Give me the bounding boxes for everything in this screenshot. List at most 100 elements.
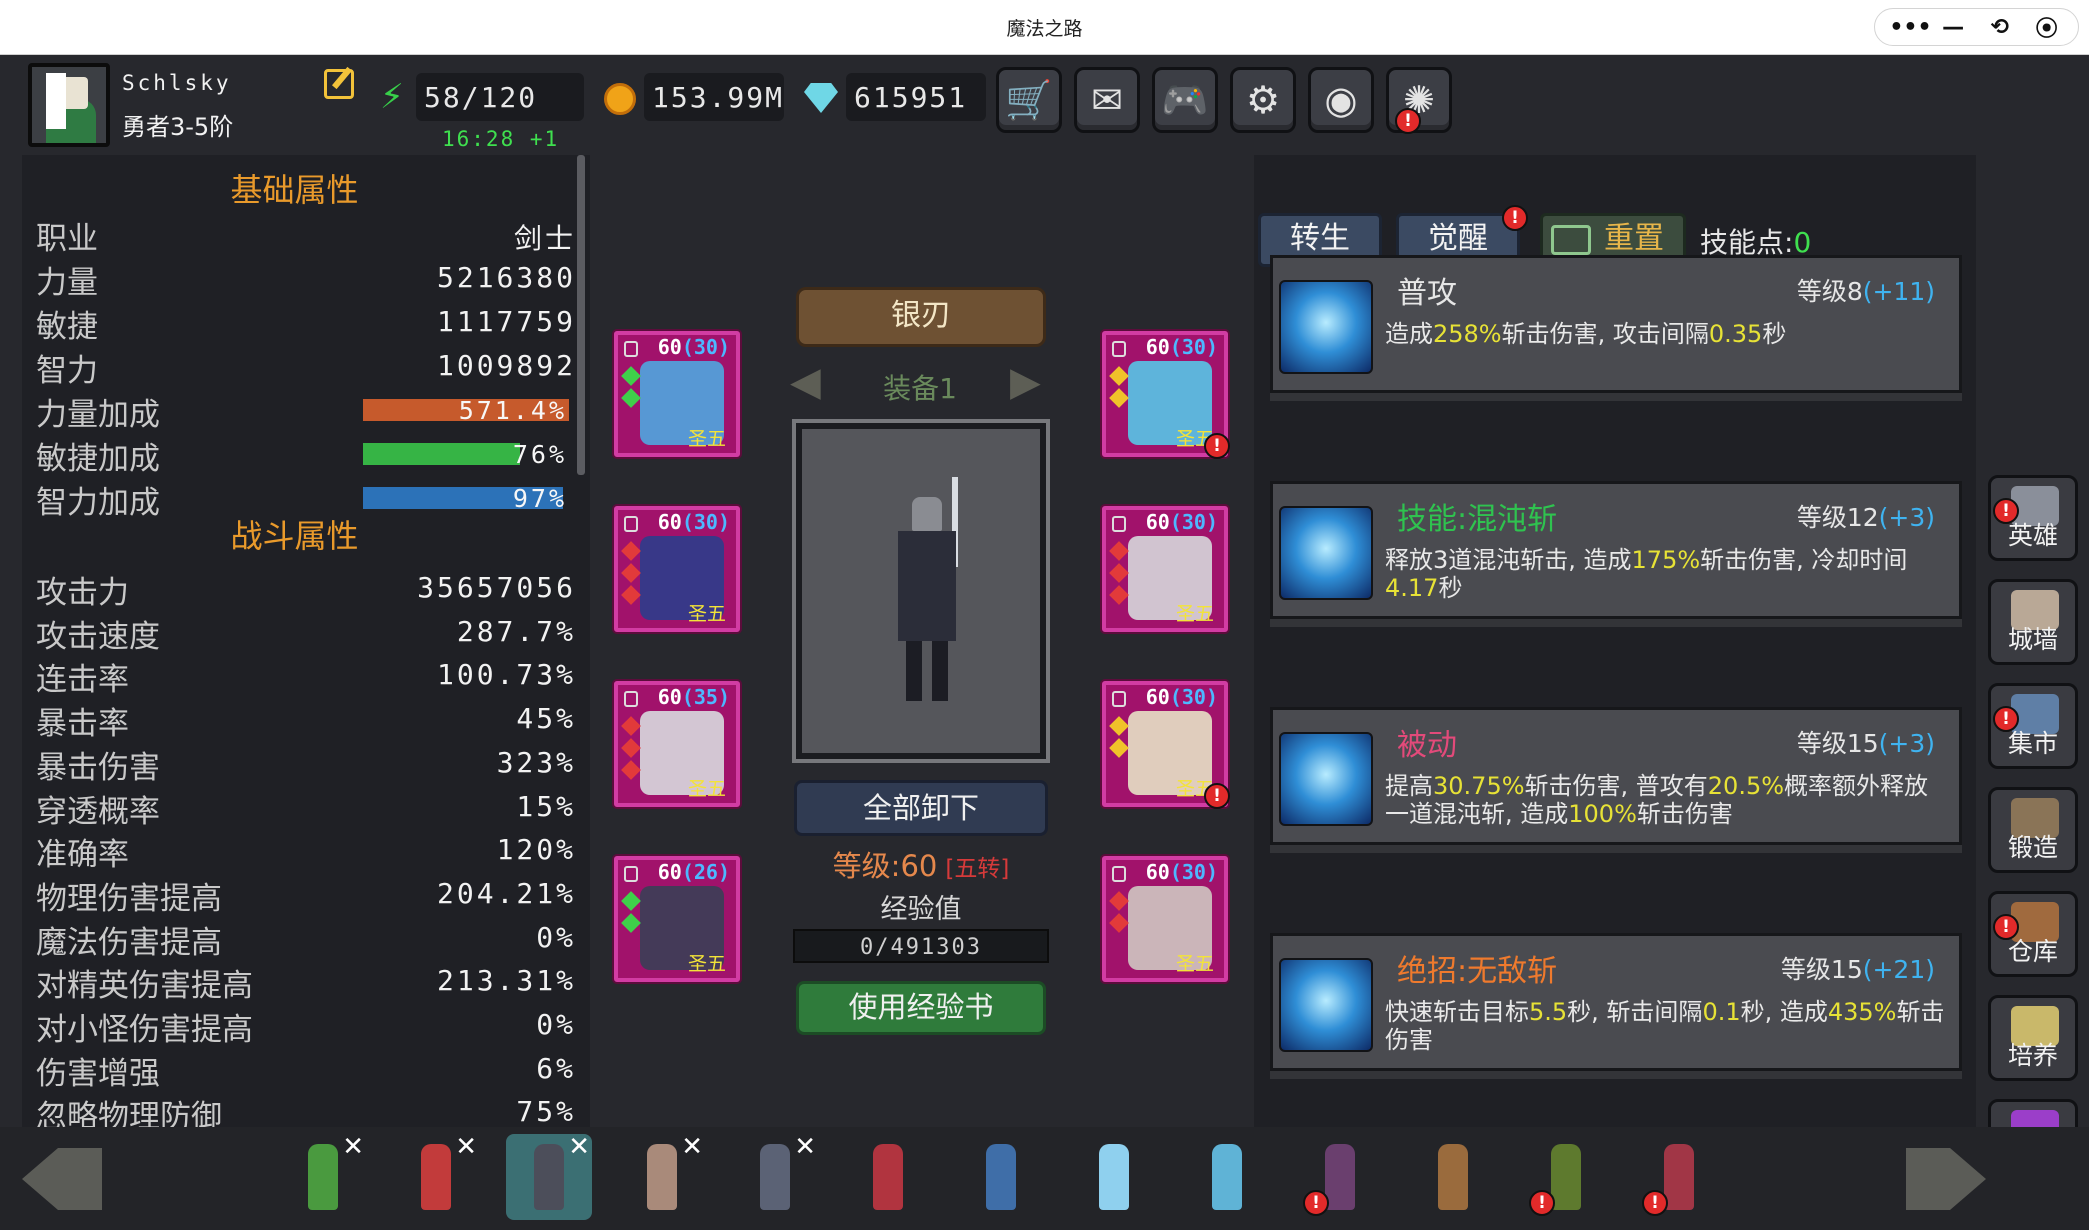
hero-gunner[interactable] xyxy=(958,1134,1044,1220)
mail-button[interactable]: ✉ xyxy=(1074,67,1140,133)
socket-gem-icon xyxy=(621,563,641,583)
player-avatar[interactable] xyxy=(28,63,110,147)
energy-regen-timer: 16:28 +1 xyxy=(442,127,560,151)
skill-level: 等级12(+3) xyxy=(1797,498,1935,534)
hero-dancer[interactable]: ✕ xyxy=(619,1132,705,1220)
attr-bonus-row: 敏捷加成 76% xyxy=(36,431,576,477)
gamepad-button[interactable]: 🎮 xyxy=(1152,67,1218,133)
attribute-panel[interactable]: 基础属性 职业 剑士 力量 5216380 敏捷 1117759 智力 1009892 力量加成… xyxy=(22,155,590,1127)
alert-badge: ! xyxy=(1395,108,1421,134)
hero-beast[interactable]: ! xyxy=(1523,1134,1609,1220)
attr-row: 攻击力 35657056 xyxy=(36,565,576,611)
lock-icon xyxy=(1112,691,1126,707)
attr-label: 忽略物理防御 xyxy=(36,1099,222,1127)
equip-slot-left-3[interactable]: 60(35) 圣五 xyxy=(614,681,740,807)
fireworks-button[interactable]: ✺! xyxy=(1386,67,1452,134)
attr-label: 连击率 xyxy=(36,662,129,699)
use-exp-book-button[interactable]: 使用经验书 xyxy=(796,981,1046,1035)
skill-name: 普攻 xyxy=(1397,276,1457,311)
socket-gem-icon xyxy=(1109,891,1129,911)
restore-button[interactable]: ⟲ xyxy=(1983,15,2017,40)
battle-attributes-title: 战斗属性 xyxy=(230,517,359,555)
hero-ice-queen[interactable] xyxy=(1071,1134,1157,1220)
lock-icon xyxy=(624,691,638,707)
equip-slot-right-2[interactable]: 60(30) 圣五 xyxy=(1102,506,1228,632)
unequip-all-button[interactable]: 全部卸下 xyxy=(794,780,1048,836)
attr-value: 323% xyxy=(496,745,576,779)
attr-value: 6% xyxy=(536,1051,576,1085)
attr-value: 5216380 xyxy=(436,261,576,294)
skill-desc-part: 20.5% xyxy=(1707,772,1785,800)
skill-card[interactable]: 被动 等级15(+3) 提高30.75%斩击伤害, 普攻有20.5%概率额外释放一道… xyxy=(1270,707,1962,845)
equip-slot-left-1[interactable]: 60(30) 圣五 xyxy=(614,331,740,457)
skill-desc-part: 175% xyxy=(1631,546,1701,574)
hero-sprite xyxy=(760,1144,790,1210)
attr-label: 对精英伤害提高 xyxy=(36,968,253,1005)
next-set-button[interactable]: ▶ xyxy=(1010,359,1041,405)
minimize-button[interactable]: — xyxy=(1936,15,1970,40)
hero-frost-spirit[interactable] xyxy=(1184,1134,1270,1220)
side-nav-chalice[interactable]: 培养 xyxy=(1988,995,2078,1081)
equip-enhance-value: (30) xyxy=(681,335,730,359)
skill-desc-part: 快速斩击目标 xyxy=(1385,998,1529,1026)
equip-slot-right-4[interactable]: 60(30) 圣五 xyxy=(1102,856,1228,982)
edit-name-icon[interactable] xyxy=(324,69,354,99)
skill-level-value: 等级8 xyxy=(1796,277,1863,306)
socket-gem-icon xyxy=(1109,738,1129,758)
deployed-x-icon: ✕ xyxy=(455,1132,477,1162)
attr-value: 1117759 xyxy=(436,305,576,338)
attr-bonus-bar: 97% xyxy=(363,484,569,513)
skill-card[interactable]: 普攻 等级8(+11) 造成258%斩击伤害, 攻击间隔0.35秒 xyxy=(1270,255,1962,393)
more-options-button[interactable]: ••• xyxy=(1889,15,1931,40)
hero-red-mage[interactable]: ✕ xyxy=(393,1132,479,1220)
hero-sprite xyxy=(986,1144,1016,1210)
video-ad-icon xyxy=(1551,225,1591,255)
shop-button[interactable]: 🛒 xyxy=(996,67,1062,133)
prev-set-button[interactable]: ◀ xyxy=(790,359,821,405)
equip-slot-left-4[interactable]: 60(26) 圣五 xyxy=(614,856,740,982)
hero-sprite xyxy=(1212,1144,1242,1210)
equip-slot-left-2[interactable]: 60(30) 圣五 xyxy=(614,506,740,632)
close-button[interactable]: ⦿ xyxy=(2030,11,2064,43)
hero-knight[interactable]: ✕ xyxy=(732,1132,818,1220)
color-wheel-icon: ◉ xyxy=(1324,78,1358,122)
equip-slot-right-1[interactable]: 60(30) 圣五! xyxy=(1102,331,1230,459)
attr-row: 暴击率 45% xyxy=(36,696,576,742)
hero-assassin[interactable]: ! xyxy=(1636,1134,1722,1220)
hero-sorceress[interactable] xyxy=(845,1134,931,1220)
attr-label: 物理伤害提高 xyxy=(36,880,222,917)
deployed-x-icon: ✕ xyxy=(342,1132,364,1162)
side-nav-castle-wall[interactable]: 城墙 xyxy=(1988,579,2078,665)
skill-card[interactable]: 技能:混沌斩 等级12(+3) 释放3道混沌斩击, 造成175%斩击伤害, 冷却时间… xyxy=(1270,481,1962,619)
socket-gem-icon xyxy=(1109,716,1129,736)
hero-dark-mage[interactable]: ! xyxy=(1297,1134,1383,1220)
skill-card[interactable]: 绝招:无敌斩 等级15(+21) 快速斩击目标5.5秒, 斩击间隔0.1秒, 造成4… xyxy=(1270,933,1962,1071)
hero-barbarian[interactable] xyxy=(1410,1134,1496,1220)
attribute-scrollbar[interactable] xyxy=(577,155,585,475)
side-nav-hero-helmet[interactable]: 英雄! xyxy=(1988,475,2078,561)
exp-label: 经验值 xyxy=(880,894,962,925)
settings-button[interactable]: ⚙ xyxy=(1230,67,1296,133)
hero-swordsman[interactable]: ✕ xyxy=(506,1132,592,1220)
side-nav-chest[interactable]: 仓库! xyxy=(1988,891,2078,977)
attr-value: 100.73% xyxy=(436,658,576,692)
equip-tier: 圣五 xyxy=(1175,953,1214,975)
skill-description: 释放3道混沌斩击, 造成175%斩击伤害, 冷却时间 4.17秒 xyxy=(1385,546,1949,602)
skill-description: 造成258%斩击伤害, 攻击间隔0.35秒 xyxy=(1385,320,1949,348)
attr-label: 暴击率 xyxy=(36,706,129,743)
side-nav-anvil[interactable]: 锻造 xyxy=(1988,787,2078,873)
alert-badge: ! xyxy=(1204,783,1230,809)
side-nav-market[interactable]: 集市! xyxy=(1988,683,2078,769)
reset-label: 重置 xyxy=(1604,221,1664,256)
wheel-button[interactable]: ◉ xyxy=(1308,67,1374,133)
equip-tier: 圣五 xyxy=(687,778,726,800)
hero-archer[interactable]: ✕ xyxy=(280,1132,366,1220)
skill-desc-part: 100% xyxy=(1568,800,1637,828)
attr-bonus-fill xyxy=(363,443,520,465)
equip-slot-right-3[interactable]: 60(30) 圣五! xyxy=(1102,681,1230,809)
hero-sprite xyxy=(421,1144,451,1210)
attr-value: 剑士 xyxy=(513,222,576,255)
alert-badge: ! xyxy=(1993,706,2019,732)
attr-row: 职业 剑士 xyxy=(36,211,576,257)
attr-label: 魔法伤害提高 xyxy=(36,924,222,961)
